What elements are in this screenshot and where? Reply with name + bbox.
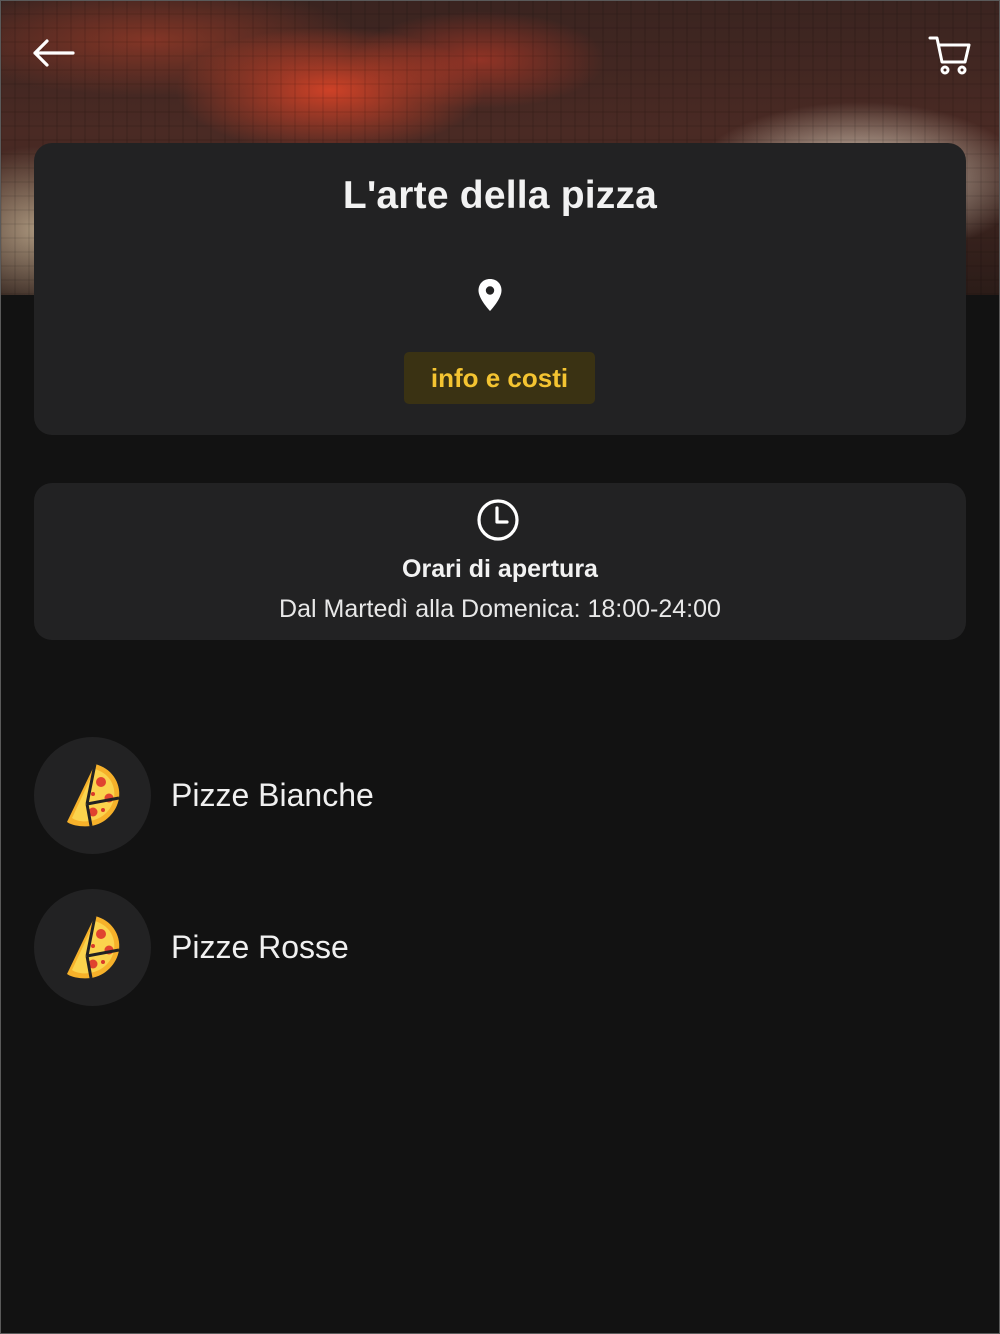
info-costs-button[interactable]: info e costi xyxy=(404,352,595,404)
category-item-pizze-rosse[interactable]: Pizze Rosse xyxy=(34,888,634,1006)
category-item-pizze-bianche[interactable]: Pizze Bianche xyxy=(34,736,634,854)
pizza-slice-icon xyxy=(66,763,119,827)
category-avatar xyxy=(34,736,151,854)
opening-hours-text: Dal Martedì alla Domenica: 18:00-24:00 xyxy=(279,595,721,623)
shopping-cart-icon xyxy=(928,36,971,75)
back-button[interactable] xyxy=(25,25,81,81)
map-pin-icon[interactable] xyxy=(476,278,504,312)
category-avatar xyxy=(34,888,151,1006)
pizza-slice-icon xyxy=(66,915,119,979)
arrow-left-icon xyxy=(33,39,75,67)
restaurant-name: L'arte della pizza xyxy=(342,174,658,217)
cart-button[interactable] xyxy=(922,26,978,82)
opening-hours-title: Orari di apertura xyxy=(402,555,598,583)
category-label: Pizze Bianche xyxy=(171,776,374,813)
clock-icon xyxy=(477,499,519,541)
category-label: Pizze Rosse xyxy=(171,928,349,965)
